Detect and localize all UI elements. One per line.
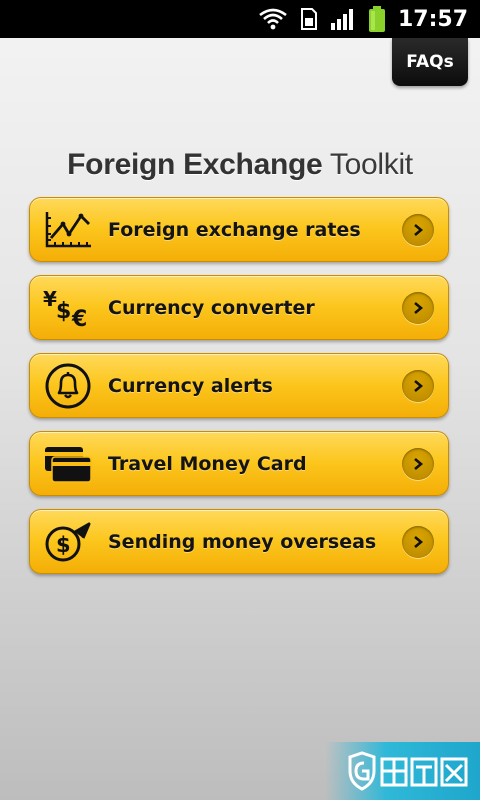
svg-text:$: $ — [56, 299, 71, 324]
status-bar: 17:57 — [0, 0, 480, 38]
chevron-right-icon — [402, 213, 434, 246]
svg-text:¥: ¥ — [43, 287, 57, 311]
page-title-bold: Foreign Exchange — [67, 148, 323, 181]
menu-item-label: Currency converter — [108, 296, 315, 319]
faqs-button[interactable]: FAQs — [392, 38, 468, 86]
svg-text:$: $ — [56, 533, 71, 557]
wifi-icon — [259, 8, 287, 30]
menu-item-currency-converter[interactable]: ¥ $ € Currency converter — [29, 275, 449, 340]
bell-icon — [42, 360, 94, 412]
menu-item-label: Travel Money Card — [108, 452, 307, 475]
line-chart-icon — [42, 204, 94, 256]
menu-item-label: Sending money overseas — [108, 530, 377, 553]
dollar-send-icon: $ — [42, 516, 94, 568]
watermark-logo — [325, 742, 480, 800]
chevron-right-icon — [402, 291, 434, 324]
chevron-right-icon — [402, 369, 434, 402]
menu-item-label: Foreign exchange rates — [108, 218, 361, 241]
menu-item-foreign-exchange-rates[interactable]: Foreign exchange rates — [29, 197, 449, 262]
sim-icon — [300, 8, 317, 30]
svg-text:€: € — [71, 307, 87, 330]
cards-icon — [42, 438, 94, 490]
chevron-right-icon — [402, 525, 434, 558]
signal-icon — [330, 9, 353, 30]
main-menu: Foreign exchange rates ¥ $ € Currency co… — [29, 197, 449, 587]
faqs-label: FAQs — [406, 52, 454, 72]
menu-item-label: Currency alerts — [108, 374, 273, 397]
chevron-right-icon — [402, 447, 434, 480]
page-title: Foreign Exchange Toolkit — [0, 148, 480, 182]
page-title-light: Toolkit — [329, 148, 413, 181]
currency-symbols-icon: ¥ $ € — [42, 282, 94, 334]
battery-icon — [368, 6, 385, 32]
menu-item-currency-alerts[interactable]: Currency alerts — [29, 353, 449, 418]
menu-item-travel-money-card[interactable]: Travel Money Card — [29, 431, 449, 496]
menu-item-sending-money-overseas[interactable]: $ Sending money overseas — [29, 509, 449, 574]
status-time: 17:57 — [397, 6, 468, 32]
